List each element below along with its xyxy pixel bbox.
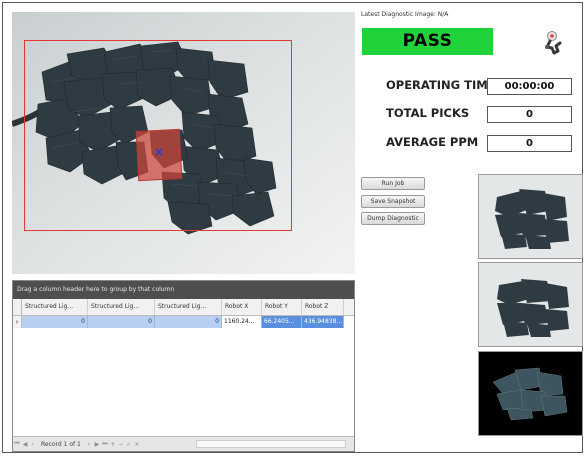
column-header-structured-light-1[interactable]: Structured Lig... [22, 299, 88, 315]
table-cell[interactable]: 66.2405... [262, 316, 302, 328]
robot-settings-button[interactable] [538, 29, 566, 57]
header-row-indicator [13, 299, 22, 315]
next-record-icon[interactable]: › [85, 441, 93, 448]
average-ppm-value: 0 [487, 135, 572, 152]
column-header-robot-x[interactable]: Robot X [222, 299, 262, 315]
table-cell[interactable]: 436.94838... [302, 316, 344, 328]
previous-record-icon[interactable]: ‹ [29, 441, 37, 448]
snapshot-thumbnail-2[interactable] [478, 262, 583, 347]
total-picks-value: 0 [487, 106, 572, 123]
column-header-robot-y[interactable]: Robot Y [262, 299, 302, 315]
add-record-icon[interactable]: + [109, 441, 117, 448]
column-header-structured-light-3[interactable]: Structured Lig... [155, 299, 222, 315]
operating-time-value: 00:00:00 [487, 78, 572, 95]
data-grid[interactable]: Drag a column header here to group by th… [12, 280, 355, 452]
diagnostic-thumbnail[interactable] [478, 351, 583, 436]
diagnostic-image-label: Latest Diagnostic Image: N/A [361, 11, 449, 18]
first-record-icon[interactable]: ⏮ [13, 440, 21, 448]
pick-point-marker: × [154, 145, 165, 159]
robot-arm-icon [545, 31, 562, 55]
table-cell[interactable]: 0 [88, 316, 155, 328]
total-picks-label: TOTAL PICKS [386, 106, 470, 120]
run-job-button[interactable]: Run Job [361, 177, 425, 190]
column-header-structured-light-2[interactable]: Structured Lig... [88, 299, 155, 315]
status-indicator: PASS [362, 28, 493, 55]
snapshot-image [479, 263, 582, 346]
camera-view[interactable]: × [12, 12, 355, 274]
dump-diagnostic-button[interactable]: Dump Diagnostic [361, 212, 425, 225]
cancel-edit-icon[interactable]: × [133, 441, 141, 448]
group-by-bar[interactable]: Drag a column header here to group by th… [13, 281, 354, 299]
diagnostic-image [479, 352, 582, 435]
table-cell[interactable]: 0 [155, 316, 222, 328]
grid-navigator: ⏮ ◀ ‹ Record 1 of 1 › ▶ ⏭ + − ✓ × [13, 436, 354, 451]
table-cell[interactable]: 0 [22, 316, 88, 328]
horizontal-scrollbar[interactable] [196, 440, 346, 448]
record-counter: Record 1 of 1 [41, 440, 81, 448]
last-record-icon[interactable]: ⏭ [101, 440, 109, 448]
next-page-icon[interactable]: ▶ [93, 441, 101, 448]
row-indicator[interactable]: › [13, 316, 22, 328]
previous-page-icon[interactable]: ◀ [21, 441, 29, 448]
grid-header-row: Structured Lig... Structured Lig... Stru… [13, 299, 354, 316]
column-header-robot-z[interactable]: Robot Z [302, 299, 344, 315]
snapshot-thumbnail-1[interactable] [478, 174, 583, 259]
average-ppm-label: AVERAGE PPM [386, 135, 479, 149]
snapshot-image [479, 175, 582, 258]
table-row[interactable]: › 0 0 0 1160.24... 66.2405... 436.94838.… [13, 316, 354, 328]
save-snapshot-button[interactable]: Save Snapshot [361, 195, 425, 208]
delete-record-icon[interactable]: − [117, 441, 125, 448]
confirm-edit-icon[interactable]: ✓ [125, 441, 133, 448]
operating-time-label: OPERATING TIME [386, 78, 496, 92]
table-cell[interactable]: 1160.24... [222, 316, 262, 328]
